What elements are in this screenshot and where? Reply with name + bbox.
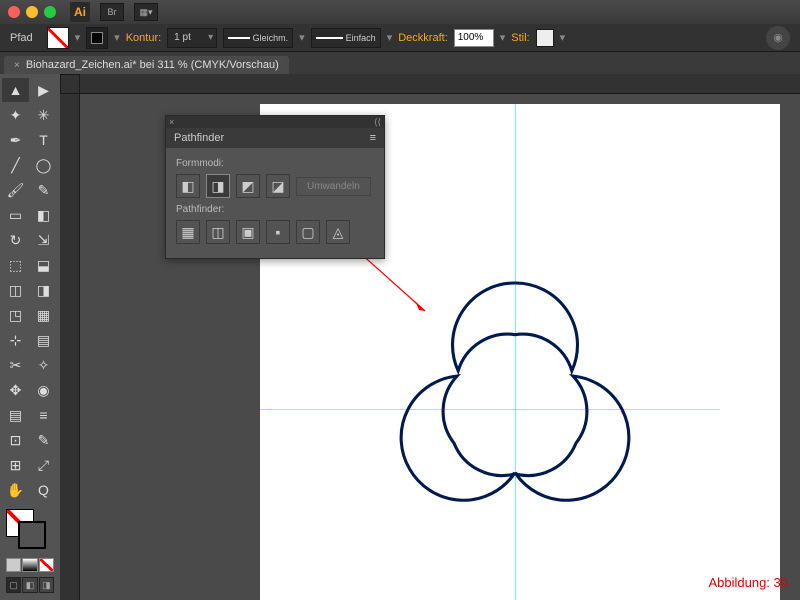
tool-button[interactable]: ✒ bbox=[2, 128, 29, 152]
trim-icon[interactable]: ◫ bbox=[206, 220, 230, 244]
pathfinder-panel: × ⟨⟨ Pathfinder ≡ Formmodi: ◧ ◨ ◩ ◪ Umwa… bbox=[165, 115, 385, 259]
app-icon: Ai bbox=[70, 2, 90, 22]
shape-modes-label: Formmodi: bbox=[176, 158, 374, 169]
tool-button[interactable]: ✎ bbox=[30, 428, 57, 452]
tools-panel: ▲▶✦✳✒T╱◯🖌✎▭◧↻⇲⬚⬓◫◨◳▦⊹▤✂✧✥◉▤≡⊡✎⊞⤢✋Q▢◧◨ bbox=[0, 74, 60, 600]
tool-button[interactable]: ✧ bbox=[30, 353, 57, 377]
control-bar: Pfad ▾ ▾ Kontur: 1 pt Gleichm. ▾ Einfach… bbox=[0, 24, 800, 52]
document-tab[interactable]: × Biohazard_Zeichen.ai* bei 311 % (CMYK/… bbox=[4, 56, 289, 74]
panel-close-icon[interactable]: × bbox=[169, 117, 174, 127]
tool-button[interactable]: ↻ bbox=[2, 228, 29, 252]
ruler-horizontal bbox=[80, 74, 800, 94]
panel-menu-icon[interactable]: ≡ bbox=[370, 132, 376, 144]
tool-button[interactable]: ◧ bbox=[30, 203, 57, 227]
draw-mode[interactable]: ▢ bbox=[6, 577, 21, 593]
tool-button[interactable]: ◨ bbox=[30, 278, 57, 302]
tool-button[interactable]: T bbox=[30, 128, 57, 152]
minus-back-icon[interactable]: ◬ bbox=[326, 220, 350, 244]
opacity-label: Deckkraft: bbox=[398, 32, 448, 44]
tool-button[interactable]: ⊞ bbox=[2, 453, 29, 477]
tool-button[interactable]: ▶ bbox=[30, 78, 57, 102]
minus-front-icon[interactable]: ◨ bbox=[206, 174, 230, 198]
tool-button[interactable]: ▲ bbox=[2, 78, 29, 102]
zoom-window-icon[interactable] bbox=[44, 6, 56, 18]
tool-button[interactable]: ▤ bbox=[2, 403, 29, 427]
draw-behind[interactable]: ◧ bbox=[22, 577, 37, 593]
ruler-vertical bbox=[60, 94, 80, 600]
panel-title: Pathfinder bbox=[174, 132, 224, 144]
fill-swatch[interactable] bbox=[47, 27, 69, 49]
draw-inside[interactable]: ◨ bbox=[39, 577, 54, 593]
expand-button[interactable]: Umwandeln bbox=[296, 177, 371, 196]
tool-button[interactable]: ▭ bbox=[2, 203, 29, 227]
exclude-icon[interactable]: ◪ bbox=[266, 174, 290, 198]
document-tab-bar: × Biohazard_Zeichen.ai* bei 311 % (CMYK/… bbox=[0, 52, 800, 74]
tab-title: Biohazard_Zeichen.ai* bei 311 % (CMYK/Vo… bbox=[26, 59, 279, 71]
outline-icon[interactable]: ▢ bbox=[296, 220, 320, 244]
tool-button[interactable]: ⊡ bbox=[2, 428, 29, 452]
tool-button[interactable]: ⬓ bbox=[30, 253, 57, 277]
style-label: Stil: bbox=[511, 32, 529, 44]
tool-button[interactable]: ✥ bbox=[2, 378, 29, 402]
tool-button[interactable]: ✋ bbox=[2, 478, 29, 502]
title-bar: Ai Br ▦▾ bbox=[0, 0, 800, 24]
tool-button[interactable]: ✦ bbox=[2, 103, 29, 127]
arrange-docs-button[interactable]: ▦▾ bbox=[134, 3, 158, 21]
merge-icon[interactable]: ▣ bbox=[236, 220, 260, 244]
figure-caption: Abbildung: 30 bbox=[708, 575, 788, 590]
tool-button[interactable]: ✂ bbox=[2, 353, 29, 377]
gradient-mode[interactable] bbox=[22, 558, 37, 572]
tool-button[interactable]: ◯ bbox=[30, 153, 57, 177]
pathfinder-ops-label: Pathfinder: bbox=[176, 204, 374, 215]
divide-icon[interactable]: ▦ bbox=[176, 220, 200, 244]
bridge-button[interactable]: Br bbox=[100, 3, 124, 21]
object-type-label: Pfad bbox=[10, 32, 33, 44]
tool-button[interactable]: ◫ bbox=[2, 278, 29, 302]
tool-button[interactable]: ⊹ bbox=[2, 328, 29, 352]
style-swatch[interactable] bbox=[536, 29, 554, 47]
stroke-label: Kontur: bbox=[126, 32, 161, 44]
crop-icon[interactable]: ▪ bbox=[266, 220, 290, 244]
tool-button[interactable]: ▤ bbox=[30, 328, 57, 352]
tab-close-icon[interactable]: × bbox=[14, 60, 20, 71]
biohazard-path[interactable] bbox=[360, 252, 670, 562]
tool-button[interactable]: ⇲ bbox=[30, 228, 57, 252]
stroke-indicator[interactable] bbox=[18, 521, 46, 549]
color-mode[interactable] bbox=[6, 558, 21, 572]
tool-button[interactable]: ◳ bbox=[2, 303, 29, 327]
tool-button[interactable]: ≡ bbox=[30, 403, 57, 427]
tool-button[interactable]: 🖌 bbox=[2, 178, 29, 202]
tool-button[interactable]: ⤢ bbox=[30, 453, 57, 477]
tool-button[interactable]: ╱ bbox=[2, 153, 29, 177]
tool-button[interactable]: ⬚ bbox=[2, 253, 29, 277]
tool-button[interactable]: Q bbox=[30, 478, 57, 502]
minimize-window-icon[interactable] bbox=[26, 6, 38, 18]
tool-button[interactable]: ✳ bbox=[30, 103, 57, 127]
stroke-weight-field[interactable]: 1 pt bbox=[167, 28, 217, 48]
brush-dropdown[interactable]: Einfach bbox=[311, 28, 381, 48]
close-window-icon[interactable] bbox=[8, 6, 20, 18]
stroke-swatch[interactable] bbox=[86, 27, 108, 49]
ruler-corner bbox=[60, 74, 80, 94]
profile-dropdown[interactable]: Gleichm. bbox=[223, 28, 293, 48]
tool-button[interactable]: ▦ bbox=[30, 303, 57, 327]
prefs-icon[interactable]: ◉ bbox=[766, 26, 790, 50]
tool-button[interactable]: ◉ bbox=[30, 378, 57, 402]
tool-button[interactable]: ✎ bbox=[30, 178, 57, 202]
opacity-field[interactable]: 100% bbox=[454, 29, 494, 47]
intersect-icon[interactable]: ◩ bbox=[236, 174, 260, 198]
none-mode[interactable] bbox=[39, 558, 54, 572]
unite-icon[interactable]: ◧ bbox=[176, 174, 200, 198]
